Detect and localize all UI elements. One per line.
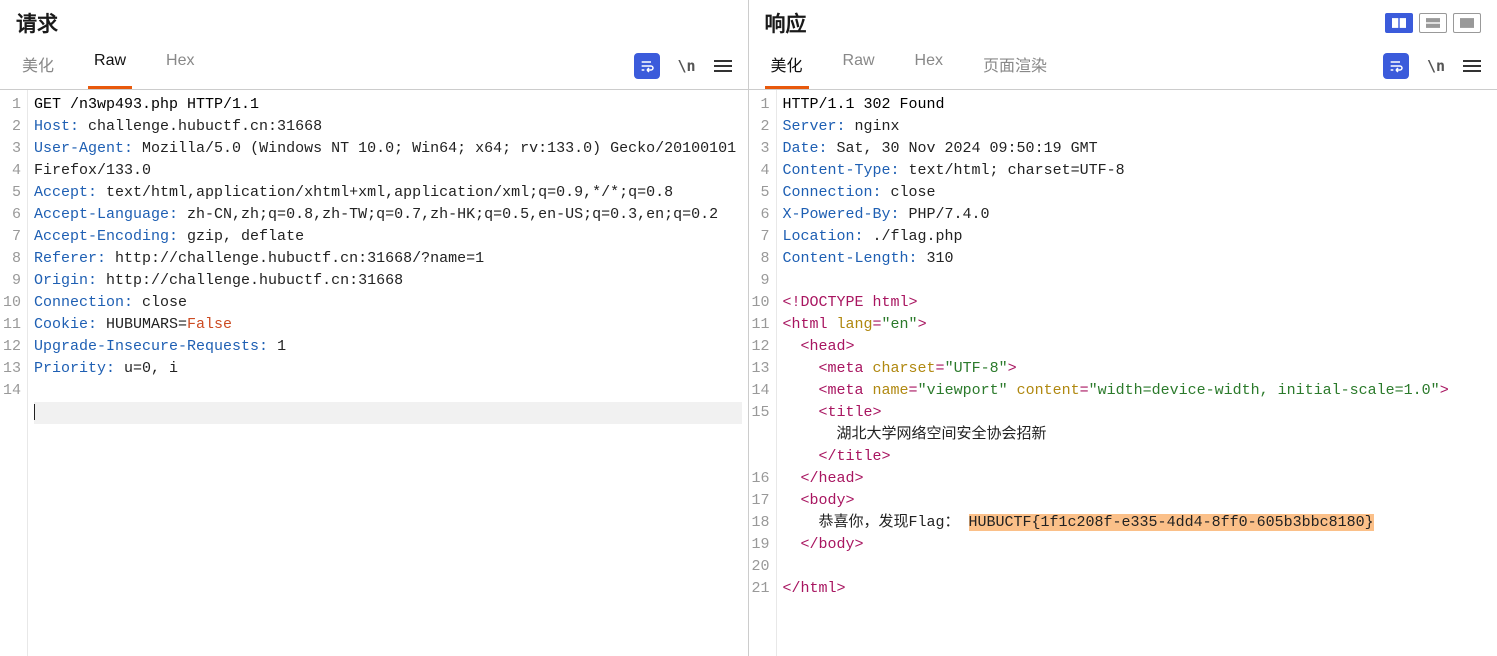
layout-stack-icon[interactable] (1419, 13, 1447, 33)
tab-pretty[interactable]: 美化 (765, 42, 809, 89)
tab-hex[interactable]: Hex (909, 42, 949, 89)
wrap-icon[interactable] (1383, 53, 1409, 79)
layout-single-icon[interactable] (1453, 13, 1481, 33)
newline-icon[interactable]: \n (674, 53, 700, 79)
request-panel: 请求 美化 Raw Hex \n 1234567891011121314 GET… (0, 0, 749, 656)
request-editor[interactable]: 1234567891011121314 GET /n3wp493.php HTT… (0, 90, 748, 656)
response-title: 响应 (765, 8, 807, 38)
tab-render[interactable]: 页面渲染 (977, 42, 1053, 89)
menu-icon[interactable] (1463, 60, 1481, 72)
request-tabs: 美化 Raw Hex (16, 42, 200, 89)
response-tabs: 美化 Raw Hex 页面渲染 (765, 42, 1054, 89)
tab-pretty[interactable]: 美化 (16, 42, 60, 89)
tab-hex[interactable]: Hex (160, 42, 200, 89)
response-editor[interactable]: 123456789101112131415 161718192021 HTTP/… (749, 90, 1497, 656)
response-panel: 响应 美化 Raw Hex 页面渲染 (749, 0, 1497, 656)
request-title: 请求 (16, 8, 58, 38)
menu-icon[interactable] (714, 60, 732, 72)
tab-raw[interactable]: Raw (837, 42, 881, 89)
wrap-icon[interactable] (634, 53, 660, 79)
newline-icon[interactable]: \n (1423, 53, 1449, 79)
tab-raw[interactable]: Raw (88, 42, 132, 89)
layout-split-icon[interactable] (1385, 13, 1413, 33)
